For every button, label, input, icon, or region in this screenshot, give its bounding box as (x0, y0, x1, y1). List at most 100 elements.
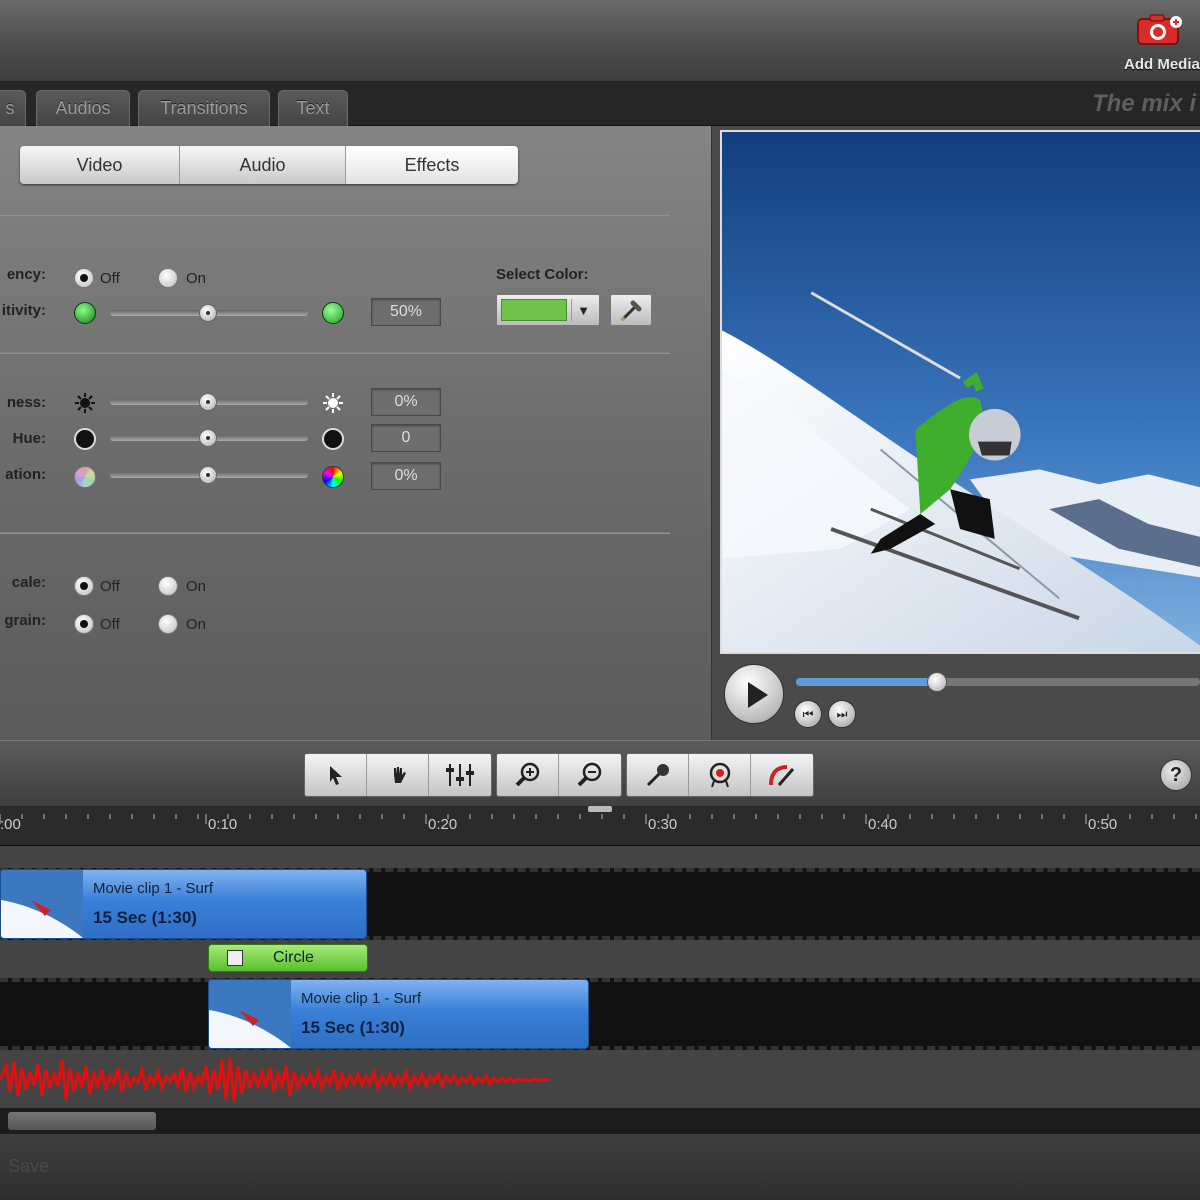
zoom-out-button[interactable] (559, 754, 621, 796)
segment-effects[interactable]: Effects (346, 146, 518, 184)
brightness-label: ness: (6, 394, 46, 411)
hue-thumb[interactable] (199, 429, 217, 447)
play-button[interactable] (724, 664, 784, 724)
hue-right-icon (322, 428, 344, 450)
panel-resize-handle[interactable] (588, 806, 612, 812)
color-swatch (501, 299, 567, 321)
sensitivity-label: itivity: (1, 302, 46, 319)
saturation-label: ation: (5, 466, 46, 483)
select-tool-button[interactable] (305, 754, 367, 796)
tools-button[interactable] (751, 754, 813, 796)
brightness-thumb[interactable] (199, 393, 217, 411)
transparency-on-radio[interactable] (158, 268, 178, 288)
microphone-button[interactable] (627, 754, 689, 796)
hand-tool-button[interactable] (367, 754, 429, 796)
low-saturation-icon (74, 466, 96, 488)
add-media-button[interactable]: Add Media (1122, 8, 1200, 74)
playback-thumb[interactable] (927, 672, 948, 692)
grayscale-off-radio[interactable] (74, 576, 94, 596)
hand-icon (393, 767, 406, 783)
high-sensitivity-icon (322, 302, 344, 324)
ruler-tick-label: :00 (0, 816, 21, 833)
select-arrow-icon (329, 766, 342, 785)
zoom-out-icon (577, 762, 602, 787)
grayscale-label: cale: (11, 574, 46, 591)
hue-slider[interactable] (110, 429, 308, 447)
clip-thumbnail (1, 870, 83, 938)
film-grain-off-radio[interactable] (74, 614, 94, 634)
transparency-off-radio[interactable] (74, 268, 94, 288)
tab-audios[interactable]: Audios (36, 90, 130, 126)
divider (0, 532, 670, 534)
timeline-toolbar: ? (0, 740, 1200, 806)
tab-text[interactable]: Text (278, 90, 348, 126)
sensitivity-slider[interactable] (110, 304, 308, 322)
tagline: The mix i (1092, 90, 1197, 117)
brightness-slider[interactable] (110, 393, 308, 411)
chevron-down-icon: ▼ (571, 299, 595, 321)
properties-panel: Video Audio Effects ency: Off On itivity… (0, 126, 712, 740)
timeline-ruler[interactable]: :00 0:10 0:20 0:30 0:40 0:50 (0, 806, 1200, 846)
hue-left-icon (74, 428, 96, 450)
hue-value[interactable]: 0 (371, 424, 441, 452)
audio-waveform[interactable] (0, 1052, 560, 1108)
record-button[interactable] (689, 754, 751, 796)
transparency-off-label: Off (100, 270, 120, 287)
playback-progress (796, 678, 938, 686)
clip-thumbnail (209, 980, 291, 1048)
zoom-in-button[interactable] (497, 754, 559, 796)
effect-clip[interactable]: Circle (208, 944, 368, 972)
zoom-in-icon (515, 762, 539, 787)
ruler-ticks (0, 814, 1197, 824)
ruler-tick-label: 0:30 (648, 816, 678, 833)
grayscale-on-radio[interactable] (158, 576, 178, 596)
video-track-2[interactable] (0, 978, 1200, 1050)
effect-label: Circle (273, 949, 314, 966)
scrollbar-thumb[interactable] (8, 1112, 156, 1130)
color-select[interactable]: ▼ (496, 294, 600, 326)
eyedropper-button[interactable] (610, 294, 652, 326)
segment-control: Video Audio Effects (20, 146, 518, 184)
eyedropper-icon (621, 300, 642, 321)
low-sensitivity-icon (74, 302, 96, 324)
saturation-slider[interactable] (110, 466, 308, 484)
help-button[interactable]: ? (1160, 759, 1192, 791)
next-frame-button[interactable]: ⏭ (828, 700, 856, 728)
playback-scrubber[interactable] (796, 672, 1200, 692)
help-icon: ? (1169, 763, 1183, 786)
edit-tool-group (304, 753, 492, 797)
ruler-tick-label: 0:50 (1088, 816, 1118, 833)
transparency-on-label: On (186, 270, 207, 287)
timeline-clip[interactable]: Movie clip 1 - Surf 15 Sec (1:30) (0, 869, 367, 939)
footer-label[interactable]: Save (8, 1156, 49, 1177)
film-grain-label: grain: (4, 612, 46, 629)
high-saturation-icon (322, 466, 344, 488)
tools-icon (769, 765, 795, 786)
sensitivity-thumb[interactable] (199, 304, 217, 322)
top-bar: Add Media (0, 0, 1200, 82)
timeline-clip[interactable]: Movie clip 1 - Surf 15 Sec (1:30) (208, 979, 589, 1049)
mixer-icon (446, 764, 474, 786)
tab-transitions[interactable]: Transitions (138, 90, 270, 126)
ruler-tick-label: 0:10 (208, 816, 238, 833)
sensitivity-value[interactable]: 50% (371, 298, 441, 326)
tab-partial[interactable]: s (0, 90, 26, 126)
effect-icon (227, 950, 243, 966)
tab-bar: s Audios Transitions Text (0, 82, 1200, 126)
segment-audio[interactable]: Audio (180, 146, 346, 184)
mixer-tool-button[interactable] (429, 754, 491, 796)
timeline-scrollbar[interactable] (0, 1108, 1200, 1134)
saturation-value[interactable]: 0% (371, 462, 441, 490)
segment-video[interactable]: Video (20, 146, 180, 184)
saturation-thumb[interactable] (199, 466, 217, 484)
transparency-label: ency: (6, 266, 46, 283)
clip-title: Movie clip 1 - Surf (93, 880, 214, 897)
video-preview[interactable] (720, 130, 1200, 654)
clip-duration: 15 Sec (1:30) (301, 1018, 405, 1037)
camera-icon (1137, 14, 1182, 45)
footer-bar: Save (0, 1134, 1200, 1200)
film-grain-on-radio[interactable] (158, 614, 178, 634)
brightness-value[interactable]: 0% (371, 388, 441, 416)
clip-duration: 15 Sec (1:30) (93, 908, 197, 927)
previous-frame-button[interactable]: ⏮ (794, 700, 822, 728)
